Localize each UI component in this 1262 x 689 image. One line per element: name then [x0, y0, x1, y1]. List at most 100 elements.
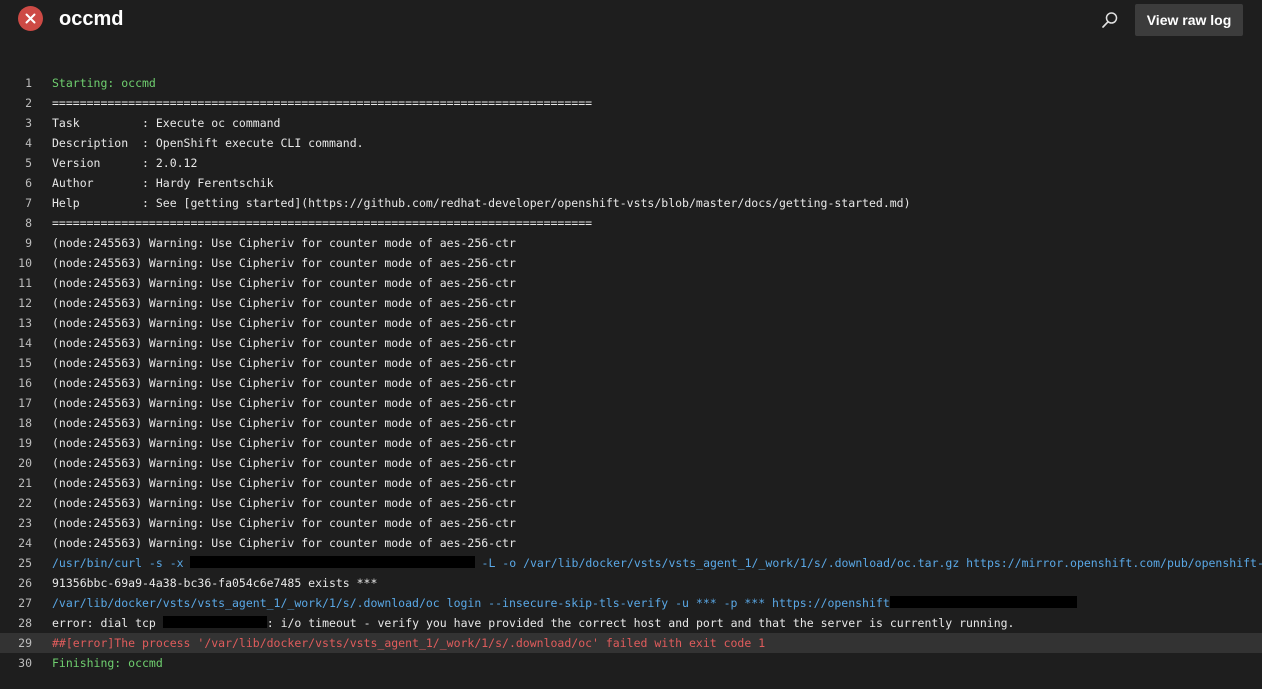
- log-line[interactable]: 10 (node:245563) Warning: Use Cipheriv fo…: [0, 253, 1262, 273]
- log-text-segment: -L -o /var/lib/docker/vsts/vsts_agent_1/…: [474, 556, 1262, 570]
- line-number: 11: [18, 276, 32, 290]
- log-line[interactable]: 27/var/lib/docker/vsts/vsts_agent_1/_wor…: [0, 593, 1262, 613]
- line-number: 6: [25, 176, 32, 190]
- log-line[interactable]: 19 (node:245563) Warning: Use Cipheriv fo…: [0, 433, 1262, 453]
- line-number: 4: [25, 136, 32, 150]
- log-line[interactable]: 5 Version : 2.0.12: [0, 153, 1262, 173]
- line-number: 26: [18, 576, 32, 590]
- log-line[interactable]: 14 (node:245563) Warning: Use Cipheriv fo…: [0, 333, 1262, 353]
- log-line-text: (node:245563) Warning: Use Cipheriv for …: [52, 456, 516, 470]
- log-line[interactable]: 21 (node:245563) Warning: Use Cipheriv fo…: [0, 473, 1262, 493]
- close-icon: [25, 13, 36, 24]
- log-line[interactable]: 15 (node:245563) Warning: Use Cipheriv fo…: [0, 353, 1262, 373]
- line-number: 12: [18, 296, 32, 310]
- log-line-text: (node:245563) Warning: Use Cipheriv for …: [52, 536, 516, 550]
- line-number: 15: [18, 356, 32, 370]
- line-number: 17: [18, 396, 32, 410]
- redacted-block: [190, 556, 475, 568]
- log-line[interactable]: 30 Finishing: occmd: [0, 653, 1262, 673]
- log-line-text: (node:245563) Warning: Use Cipheriv for …: [52, 236, 516, 250]
- line-number: 19: [18, 436, 32, 450]
- line-number: 7: [25, 196, 32, 210]
- log-output: 1 Starting: occmd 2 =======================…: [0, 73, 1262, 673]
- log-line[interactable]: 6 Author : Hardy Ferentschik: [0, 173, 1262, 193]
- line-number: 5: [25, 156, 32, 170]
- line-number: 27: [18, 596, 32, 610]
- log-line[interactable]: 18 (node:245563) Warning: Use Cipheriv fo…: [0, 413, 1262, 433]
- log-line[interactable]: 7 Help : See [getting started](https://gi…: [0, 193, 1262, 213]
- log-line-text: (node:245563) Warning: Use Cipheriv for …: [52, 336, 516, 350]
- log-line-text: (node:245563) Warning: Use Cipheriv for …: [52, 416, 516, 430]
- line-number: 22: [18, 496, 32, 510]
- log-line-text: Author : Hardy Ferentschik: [52, 176, 274, 190]
- log-text-segment: /usr/bin/curl -s -x: [52, 556, 191, 570]
- line-number: 16: [18, 376, 32, 390]
- log-line-text: ##[error]The process '/var/lib/docker/vs…: [52, 636, 766, 650]
- line-number: 29: [18, 636, 32, 650]
- log-line-text: Help : See [getting started](https://git…: [52, 196, 911, 210]
- log-line[interactable]: 16 (node:245563) Warning: Use Cipheriv fo…: [0, 373, 1262, 393]
- log-line[interactable]: 4 Description : OpenShift execute CLI com…: [0, 133, 1262, 153]
- log-line-text: (node:245563) Warning: Use Cipheriv for …: [52, 436, 516, 450]
- log-line[interactable]: 23 (node:245563) Warning: Use Cipheriv fo…: [0, 513, 1262, 533]
- line-number: 21: [18, 476, 32, 490]
- line-number: 1: [25, 76, 32, 90]
- redacted-block: [162, 616, 267, 628]
- log-line[interactable]: 12 (node:245563) Warning: Use Cipheriv fo…: [0, 293, 1262, 313]
- log-line-text: /var/lib/docker/vsts/vsts_agent_1/_work/…: [52, 593, 1077, 613]
- log-line[interactable]: 20 (node:245563) Warning: Use Cipheriv fo…: [0, 453, 1262, 473]
- log-line[interactable]: 24 (node:245563) Warning: Use Cipheriv fo…: [0, 533, 1262, 553]
- log-line-text: Starting: occmd: [52, 76, 156, 90]
- log-line-text: 91356bbc-69a9-4a38-bc36-fa054c6e7485 exi…: [52, 576, 378, 590]
- line-number: 30: [18, 656, 32, 670]
- log-line-text: (node:245563) Warning: Use Cipheriv for …: [52, 396, 516, 410]
- log-line[interactable]: 26 91356bbc-69a9-4a38-bc36-fa054c6e7485 e…: [0, 573, 1262, 593]
- view-raw-log-button[interactable]: View raw log: [1135, 4, 1243, 36]
- log-line-text: error: dial tcp : i/o timeout - verify y…: [52, 613, 1014, 633]
- log-line[interactable]: 1 Starting: occmd: [0, 73, 1262, 93]
- line-number: 8: [25, 216, 32, 230]
- log-line-text: Finishing: occmd: [52, 656, 163, 670]
- log-line-text: (node:245563) Warning: Use Cipheriv for …: [52, 296, 516, 310]
- line-number: 9: [25, 236, 32, 250]
- log-line[interactable]: 3 Task : Execute oc command: [0, 113, 1262, 133]
- log-line-text: (node:245563) Warning: Use Cipheriv for …: [52, 276, 516, 290]
- log-line-text: Description : OpenShift execute CLI comm…: [52, 136, 364, 150]
- log-line-text: (node:245563) Warning: Use Cipheriv for …: [52, 356, 516, 370]
- log-line[interactable]: 2 =======================================…: [0, 93, 1262, 113]
- log-text-segment: /var/lib/docker/vsts/vsts_agent_1/_work/…: [52, 596, 890, 610]
- log-line[interactable]: 28 error: dial tcp : i/o timeout - verify…: [0, 613, 1262, 633]
- line-number: 23: [18, 516, 32, 530]
- line-number: 20: [18, 456, 32, 470]
- line-number: 2: [25, 96, 32, 110]
- log-line[interactable]: 17 (node:245563) Warning: Use Cipheriv fo…: [0, 393, 1262, 413]
- line-number: 24: [18, 536, 32, 550]
- redacted-block: [889, 596, 1077, 608]
- line-number: 14: [18, 336, 32, 350]
- line-number: 3: [25, 116, 32, 130]
- log-line[interactable]: 13 (node:245563) Warning: Use Cipheriv fo…: [0, 313, 1262, 333]
- search-icon: [1102, 12, 1118, 28]
- line-number: 10: [18, 256, 32, 270]
- log-line[interactable]: 22 (node:245563) Warning: Use Cipheriv fo…: [0, 493, 1262, 513]
- log-line[interactable]: 29 ##[error]The process '/var/lib/docker/…: [0, 633, 1262, 653]
- log-text-segment: : i/o timeout - verify you have provided…: [266, 616, 1015, 630]
- log-line-text: (node:245563) Warning: Use Cipheriv for …: [52, 516, 516, 530]
- log-line-text: (node:245563) Warning: Use Cipheriv for …: [52, 256, 516, 270]
- log-line-text: (node:245563) Warning: Use Cipheriv for …: [52, 476, 516, 490]
- log-line-text: Task : Execute oc command: [52, 116, 281, 130]
- log-line-text: ========================================…: [52, 96, 593, 110]
- search-button[interactable]: [1098, 8, 1122, 32]
- log-line[interactable]: 8 =======================================…: [0, 213, 1262, 233]
- log-line[interactable]: 9 (node:245563) Warning: Use Cipheriv for…: [0, 233, 1262, 253]
- log-line[interactable]: 11 (node:245563) Warning: Use Cipheriv fo…: [0, 273, 1262, 293]
- log-line-text: Version : 2.0.12: [52, 156, 198, 170]
- log-line[interactable]: 25/usr/bin/curl -s -x -L -o /var/lib/doc…: [0, 553, 1262, 573]
- line-number: 13: [18, 316, 32, 330]
- log-line-text: (node:245563) Warning: Use Cipheriv for …: [52, 376, 516, 390]
- log-line-text: (node:245563) Warning: Use Cipheriv for …: [52, 316, 516, 330]
- line-number: 25: [18, 556, 32, 570]
- error-status-icon: [18, 6, 43, 31]
- page-title: occmd: [59, 8, 124, 30]
- line-number: 18: [18, 416, 32, 430]
